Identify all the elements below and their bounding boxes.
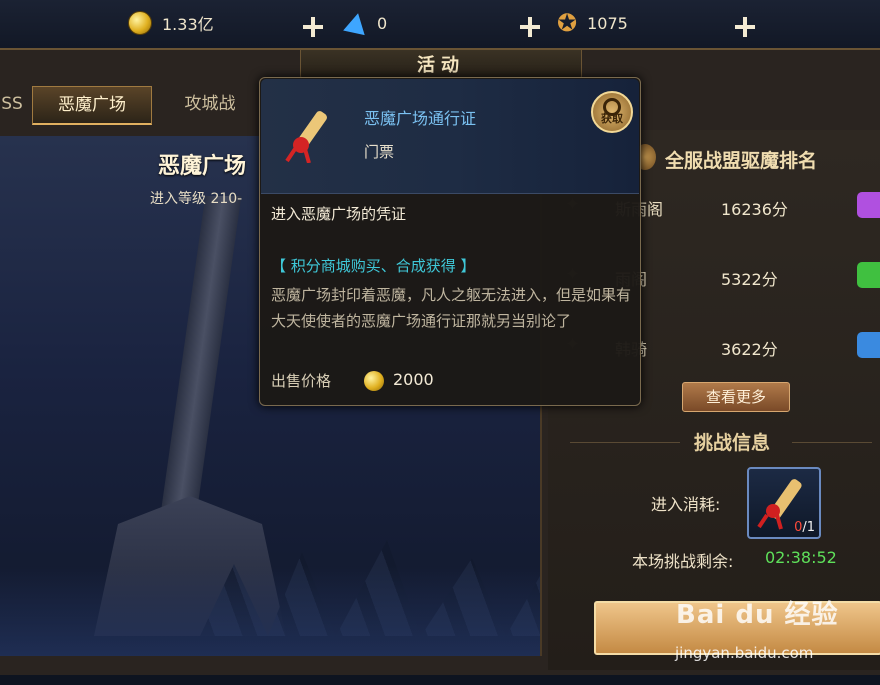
- scroll-ticket-icon: [285, 111, 327, 163]
- magnifier-icon: [603, 98, 621, 116]
- blue-diamond-icon: [343, 10, 369, 36]
- price-label: 出售价格: [271, 372, 332, 390]
- price-value: 2000: [393, 370, 434, 389]
- tab-siege-war[interactable]: 攻城战: [160, 86, 260, 122]
- item-name: 恶魔广场通行证: [364, 109, 477, 128]
- scene-fog: [0, 566, 540, 656]
- divider: [792, 442, 872, 443]
- reward-chest-icon[interactable]: [857, 192, 880, 218]
- item-source: 【 积分商城购买、合成获得 】: [271, 257, 476, 275]
- tab-demon-square[interactable]: 恶魔广场: [32, 86, 152, 125]
- star-balance: ✪ 1075: [557, 10, 628, 36]
- star-value: 1075: [587, 13, 628, 33]
- guild-score: 16236分: [721, 200, 788, 219]
- baidu-watermark: Bai du 经验: [676, 600, 839, 630]
- add-diamond-button[interactable]: [520, 17, 540, 37]
- diamond-value: 0: [377, 13, 388, 33]
- get-item-button[interactable]: 获取: [591, 91, 633, 133]
- remain-label: 本场挑战剩余:: [632, 552, 734, 571]
- cost-label: 进入消耗:: [651, 495, 721, 514]
- add-star-button[interactable]: [735, 17, 755, 37]
- gold-value: 1.33亿: [162, 15, 214, 34]
- divider: [570, 442, 680, 443]
- guild-score: 5322分: [721, 270, 778, 289]
- reward-chest-icon[interactable]: [857, 262, 880, 288]
- item-description: 进入恶魔广场的凭证: [271, 205, 407, 223]
- gold-balance: 1.33亿: [128, 10, 214, 36]
- remain-timer: 02:38:52: [765, 548, 837, 567]
- star-badge-icon: ✪: [557, 9, 578, 37]
- add-gold-button[interactable]: [303, 17, 323, 37]
- tab-ss[interactable]: SS: [0, 86, 24, 122]
- diamond-balance: 0: [343, 10, 388, 36]
- guild-score: 3622分: [721, 340, 778, 359]
- currency-bar: 1.33亿 0 ✪ 1075: [0, 0, 880, 49]
- cost-count: 0/1: [794, 520, 815, 535]
- scene-level: 进入等级 210-: [150, 191, 243, 207]
- ranking-title: 全服战盟驱魔排名: [665, 150, 818, 172]
- reward-chest-icon[interactable]: [857, 332, 880, 358]
- view-more-button[interactable]: 查看更多: [682, 382, 790, 412]
- gold-coin-icon: [364, 371, 384, 391]
- baidu-watermark-url: jingyan.baidu.com: [675, 644, 814, 662]
- tooltip-header: 恶魔广场通行证 门票 获取: [261, 79, 639, 194]
- gold-coin-icon: [128, 11, 152, 35]
- challenge-title: 挑战信息: [694, 432, 771, 454]
- item-type: 门票: [364, 143, 395, 161]
- cost-item-slot[interactable]: 0/1: [747, 467, 821, 539]
- item-tooltip: 恶魔广场通行证 门票 获取 进入恶魔广场的凭证 【 积分商城购买、合成获得 】 …: [259, 77, 641, 406]
- scene-title: 恶魔广场: [158, 154, 247, 179]
- item-lore: 恶魔广场封印着恶魔，凡人之躯无法进入，但是如果有大天使使者的恶魔广场通行证那就另…: [271, 286, 632, 330]
